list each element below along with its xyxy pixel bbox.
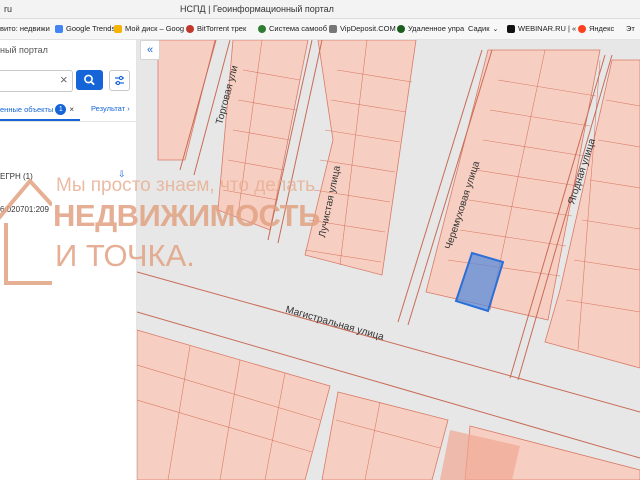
tab-label: енные объекты: [0, 105, 54, 114]
tab-label: Результат: [91, 104, 126, 113]
bookmark-item[interactable]: Google Trends: [55, 24, 115, 33]
url-fragment: ru: [4, 4, 13, 14]
remote-control-icon: [397, 24, 405, 33]
bookmark-item[interactable]: Яндекс: [578, 24, 614, 33]
cadastral-map[interactable]: Торговая ули Лучистая улица Черемуховая …: [137, 40, 640, 480]
vipdeposit-icon: [329, 24, 337, 33]
map-view[interactable]: Торговая ули Лучистая улица Черемуховая …: [137, 40, 640, 480]
bookmark-item[interactable]: Удаленное упра: [397, 24, 464, 33]
download-icon[interactable]: ⇩: [118, 169, 126, 180]
webinar-icon: [507, 24, 515, 33]
google-drive-icon: [114, 24, 122, 33]
bookmark-item[interactable]: VipDeposit.COM: [329, 24, 396, 33]
results-tabs: енные объекты 1 × Результат ›: [0, 102, 136, 118]
bookmark-item[interactable]: Эт: [626, 24, 635, 33]
bookmark-item[interactable]: вито: недвижи: [0, 24, 50, 33]
bookmark-item[interactable]: WEBINAR.RU | «: [507, 24, 576, 33]
page-title: НСПД | Геоинформационный портал: [180, 4, 334, 14]
clear-icon[interactable]: ×: [60, 72, 68, 88]
search-button[interactable]: [76, 70, 103, 90]
count-badge: 1: [55, 104, 67, 115]
chevron-right-icon: ›: [127, 104, 130, 113]
bookmark-item[interactable]: Мой диск – Goog: [114, 24, 184, 33]
collapse-panel-button[interactable]: «: [140, 40, 160, 60]
yandex-icon: [578, 24, 586, 33]
close-icon[interactable]: ×: [69, 105, 74, 114]
sidebar-panel: ный портал × енные объекты 1 × Результат…: [0, 40, 137, 480]
portal-title: ный портал: [0, 45, 48, 55]
google-trends-icon: [55, 24, 63, 33]
tab-results[interactable]: Результат ›: [91, 104, 130, 113]
bookmark-item[interactable]: Система самооб: [258, 24, 327, 33]
browser-title-bar: ru НСПД | Геоинформационный портал: [0, 0, 640, 19]
search-icon: [84, 74, 95, 86]
filter-settings-button[interactable]: [109, 70, 130, 91]
bookmarks-bar: вито: недвижи Google Trends Мой диск – G…: [0, 19, 640, 40]
sliders-icon: [115, 75, 124, 86]
divider: [0, 121, 136, 122]
tab-selected-objects[interactable]: енные объекты 1 ×: [0, 104, 74, 115]
system-icon: [258, 24, 266, 33]
chevron-down-icon: ⌄: [492, 25, 499, 33]
bookmark-item[interactable]: Садик ⌄: [468, 24, 498, 33]
bittorrent-icon: [186, 24, 194, 33]
cadastral-number[interactable]: 6:020701:209: [0, 205, 49, 214]
search-input[interactable]: [2, 73, 56, 91]
result-group-header[interactable]: ЕГРН (1): [0, 172, 33, 181]
bookmark-item[interactable]: BitTorrent трек: [186, 24, 246, 33]
